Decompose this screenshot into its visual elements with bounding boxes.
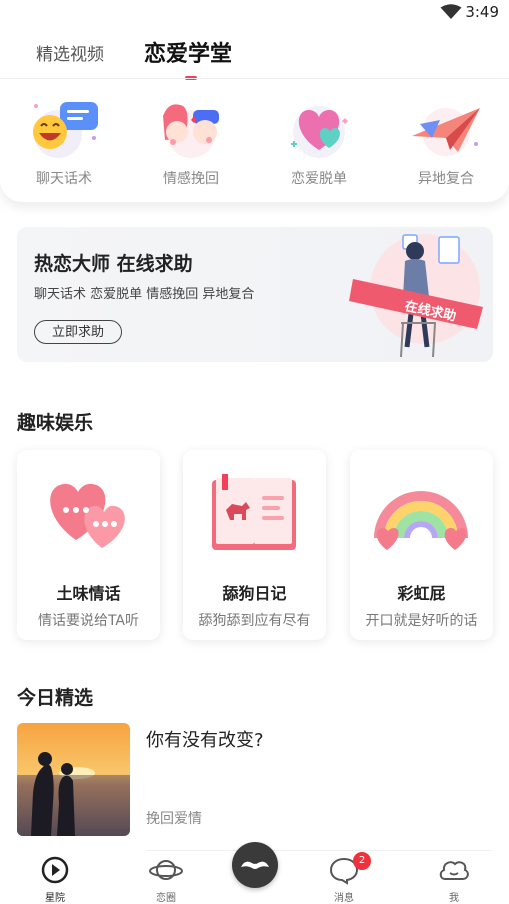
pick-title[interactable]: 你有没有改变?	[146, 726, 264, 752]
cloud-face-icon	[439, 861, 469, 880]
fun-card-dog-diary[interactable]: 舔狗日记 舔狗舔到应有尽有	[183, 450, 326, 640]
status-bar: 3:49	[0, 0, 509, 26]
help-banner[interactable]: 热恋大师 在线求助 聊天话术 恋爱脱单 情感挽回 异地复合 立即求助 在线求助	[17, 227, 493, 362]
center-action-button[interactable]	[232, 842, 278, 888]
counselor-illustration: 在线求助	[349, 234, 483, 358]
category-emotional-recovery[interactable]: 情感挽回	[141, 98, 241, 188]
banner-subtitle: 聊天话术 恋爱脱单 情感挽回 异地复合	[34, 287, 255, 302]
fun-card-desc: 情话要说给TA听	[37, 613, 140, 629]
divider	[0, 78, 509, 79]
pick-thumbnail[interactable]	[17, 723, 130, 836]
wifi-icon	[440, 4, 462, 19]
fun-card-name: 舔狗日记	[222, 584, 287, 603]
mustache-icon	[241, 861, 269, 869]
rainbow-icon	[374, 491, 468, 550]
category-label: 聊天话术	[36, 171, 92, 187]
fun-card-name: 彩虹屁	[397, 584, 446, 603]
fun-card-desc: 舔狗舔到应有尽有	[198, 613, 311, 629]
pick-tag: 挽回爱情	[146, 811, 202, 827]
category-row: 聊天话术 情感挽回 恋爱脱单 异地复合	[0, 80, 509, 202]
status-time: 3:49	[465, 3, 499, 21]
planet-icon	[149, 860, 183, 880]
category-label: 恋爱脱单	[291, 171, 347, 187]
couple-icon	[163, 104, 219, 158]
chat-hearts-icon	[50, 483, 125, 548]
category-chat-skills[interactable]: 聊天话术	[14, 98, 114, 188]
category-long-distance[interactable]: 异地复合	[396, 98, 496, 188]
nav-label: 星院	[45, 893, 65, 904]
nav-item-me[interactable]: 我	[424, 855, 484, 904]
message-count-badge: 2	[353, 852, 371, 870]
paper-plane-icon	[412, 108, 480, 156]
nav-label: 消息	[334, 893, 354, 904]
sunset-couple-image	[17, 723, 130, 836]
fun-card-sweet-talk[interactable]: 土味情话 情话要说给TA听	[17, 450, 160, 640]
hearts-icon	[291, 106, 348, 158]
nav-item-love-circle[interactable]: 恋圈	[136, 855, 196, 904]
tab-featured-videos[interactable]: 精选视频	[36, 40, 104, 65]
ask-help-button[interactable]: 立即求助	[34, 320, 122, 344]
tab-love-school[interactable]: 恋爱学堂	[144, 36, 232, 68]
nav-item-star-academy[interactable]: 星院	[25, 855, 85, 904]
nav-label: 我	[449, 893, 459, 904]
top-tabs: 精选视频 恋爱学堂	[0, 26, 509, 80]
category-label: 情感挽回	[163, 171, 219, 187]
category-label: 异地复合	[418, 171, 474, 187]
section-title-today: 今日精选	[17, 687, 94, 709]
banner-title: 热恋大师 在线求助	[34, 253, 193, 275]
category-dating[interactable]: 恋爱脱单	[269, 98, 369, 188]
section-title-fun: 趣味娱乐	[17, 412, 94, 434]
nav-label: 恋圈	[156, 893, 176, 904]
fun-card-desc: 开口就是好听的话	[365, 613, 478, 629]
dog-diary-book-icon	[212, 474, 296, 550]
chat-emoji-icon	[33, 102, 98, 158]
app-screen: 3:49 精选视频 恋爱学堂 聊天话术 情感挽回 恋爱脱单 异地复合 热恋大师 …	[0, 0, 509, 904]
fun-card-name: 土味情话	[56, 584, 121, 603]
fun-card-rainbow[interactable]: 彩虹屁 开口就是好听的话	[350, 450, 493, 640]
play-circle-icon	[41, 856, 69, 884]
